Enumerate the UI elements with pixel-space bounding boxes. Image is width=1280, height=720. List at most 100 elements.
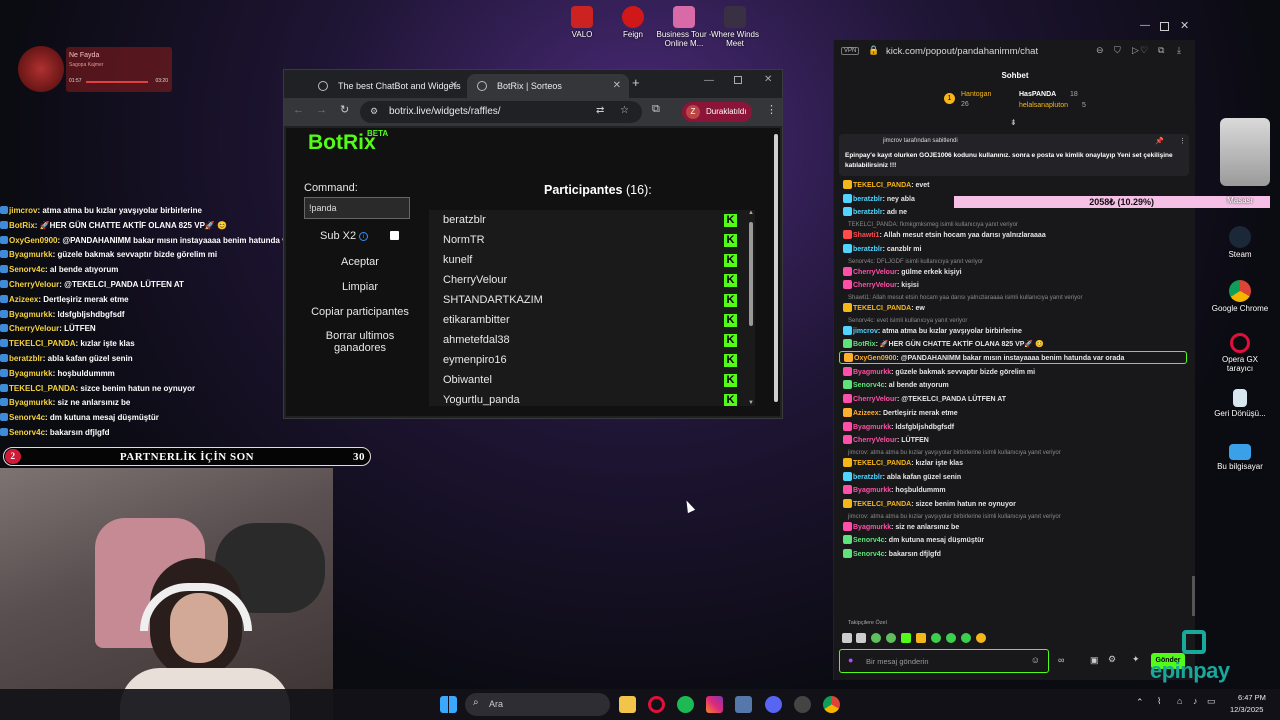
chat-username[interactable]: Shawti1 [853, 232, 879, 239]
shield-icon[interactable]: ⛉ [1114, 45, 1121, 56]
command-input[interactable] [304, 197, 410, 219]
desktop-icon-steam[interactable]: Steam [1211, 226, 1269, 259]
spotify-icon[interactable] [677, 696, 694, 713]
chat-username[interactable]: Byagmurkk [853, 487, 891, 494]
app-icon[interactable] [735, 696, 752, 713]
translate-icon[interactable]: ⇄ [596, 105, 604, 116]
emoji-icon[interactable]: ☺ [1031, 655, 1040, 665]
pinned-menu-icon[interactable]: ⋮ [1179, 137, 1186, 145]
volume-icon[interactable]: ♪ [1193, 696, 1198, 706]
forward-icon[interactable]: → [316, 104, 327, 116]
message-input[interactable]: ● Bir mesaj gönderin ☺ [839, 649, 1049, 673]
tray-expand-icon[interactable]: ⌃ [1136, 697, 1144, 708]
collapse-icon[interactable]: ⇟ [1010, 118, 1017, 127]
profile-button[interactable]: Z Duraklatıldı [682, 102, 752, 122]
obs-icon[interactable] [794, 696, 811, 713]
clock-time[interactable]: 6:47 PM [1238, 693, 1266, 702]
windows-start-icon[interactable] [440, 696, 457, 713]
outer-maximize-icon[interactable] [1160, 22, 1169, 31]
tab-chatbot[interactable]: The best ChatBot and Widgets ✕ [308, 74, 466, 98]
file-explorer-icon[interactable] [619, 696, 636, 713]
vpn-badge[interactable]: VPN [841, 47, 860, 55]
scroll-down-icon[interactable]: ▼ [748, 400, 754, 406]
taskbar-search[interactable]: ⌕ Ara [465, 693, 610, 716]
heart-icon[interactable]: ♡ [1140, 45, 1148, 56]
close-tab-icon[interactable]: ✕ [450, 74, 458, 98]
desktop-icon-opera-gx[interactable]: Opera GX tarayıcı [1211, 333, 1269, 373]
desktop-icon-masasi[interactable]: Masası [1211, 196, 1269, 205]
emote-icon[interactable] [886, 633, 896, 643]
chat-username[interactable]: TEKELCI_PANDA [853, 501, 911, 508]
desktop-icon-chrome[interactable]: Google Chrome [1211, 280, 1269, 313]
chat-username[interactable]: Azizeex [853, 410, 879, 417]
chat-username[interactable]: beratzblr [853, 474, 883, 481]
chat-username[interactable]: Senorv4c [853, 382, 885, 389]
tab-botrix-sorteos[interactable]: BotRix | Sorteos ✕ [467, 74, 629, 98]
chat-username[interactable]: TEKELCI_PANDA [853, 305, 911, 312]
network-icon[interactable]: ⌂ [1177, 696, 1182, 706]
reload-icon[interactable]: ↻ [340, 103, 349, 116]
battery-icon[interactable]: ▭ [1207, 696, 1216, 707]
outer-minimize-icon[interactable]: — [1140, 20, 1150, 31]
emote-icon[interactable] [976, 633, 986, 643]
emote-icon[interactable] [931, 633, 941, 643]
limpiar-button[interactable]: Limpiar [306, 281, 414, 293]
new-tab-icon[interactable]: + [632, 75, 640, 90]
mic-icon[interactable]: ● [848, 655, 853, 665]
outer-close-icon[interactable]: ✕ [1180, 19, 1189, 32]
clock-date[interactable]: 12/3/2025 [1230, 705, 1263, 714]
settings-gear-icon[interactable]: ⚙ [1108, 654, 1116, 665]
emote-icon[interactable] [916, 633, 926, 643]
chat-username[interactable]: Senorv4c [853, 551, 885, 558]
chat-username[interactable]: OxyGen0900 [854, 355, 896, 362]
page-scrollbar[interactable] [774, 134, 778, 402]
download-icon[interactable]: ⤓ [1177, 45, 1181, 56]
chat-username[interactable]: CherryVelour [853, 396, 897, 403]
instagram-icon[interactable] [706, 696, 723, 713]
chat-username[interactable]: TEKELCI_PANDA [853, 460, 911, 467]
emote-icon[interactable] [856, 633, 866, 643]
back-icon[interactable]: ← [293, 104, 304, 116]
opera-icon[interactable] [648, 696, 665, 713]
desktop-icon-this-pc[interactable]: Bu bilgisayar [1211, 444, 1269, 471]
chat-username[interactable]: TEKELCI_PANDA [853, 182, 911, 189]
site-info-icon[interactable]: ⚙ [370, 106, 378, 117]
chat-username[interactable]: beratzblr [853, 209, 883, 216]
chat-username[interactable]: BotRix [853, 341, 876, 348]
desktop-icon-business-tour[interactable]: Business Tour - Online M... [655, 6, 713, 48]
emote-icon[interactable] [871, 633, 881, 643]
zoom-icon[interactable]: ⊖ [1096, 45, 1104, 56]
chat-username[interactable]: Byagmurkk [853, 524, 891, 531]
chat-username[interactable]: CherryVelour [853, 437, 897, 444]
maximize-icon[interactable] [734, 76, 742, 84]
extension-icon[interactable]: ⧉ [1158, 45, 1164, 56]
chat-scrollbar[interactable] [1192, 576, 1195, 616]
chat-username[interactable]: jimcrov [853, 328, 878, 335]
play-icon[interactable]: ▷ [1132, 45, 1139, 56]
minimize-icon[interactable]: — [704, 75, 714, 86]
close-tab-icon[interactable]: ✕ [613, 74, 621, 98]
list-scrollbar[interactable] [749, 222, 753, 326]
chat-username[interactable]: beratzblr [853, 196, 883, 203]
infinity-icon[interactable]: ∞ [1058, 655, 1064, 665]
info-icon[interactable]: i [359, 232, 369, 241]
copiar-participantes-button[interactable]: Copiar participantes [302, 306, 418, 318]
desktop-icon-recycle-bin[interactable]: Geri Dönüşü... [1211, 389, 1269, 418]
gift-icon[interactable]: ▣ [1090, 655, 1099, 666]
menu-icon[interactable]: ⋮ [766, 103, 777, 116]
borrar-ganadores-button[interactable]: Borrar ultimos ganadores [307, 330, 413, 354]
emote-icon[interactable] [946, 633, 956, 643]
address-bar[interactable]: ⚙ botrix.live/widgets/raffles/ ⇄ ☆ [360, 101, 642, 123]
chat-username[interactable]: CherryVelour [853, 269, 897, 276]
scroll-up-icon[interactable]: ▲ [748, 210, 754, 216]
emote-icon[interactable] [901, 633, 911, 643]
desktop-icon-valo[interactable]: VALO [553, 6, 611, 39]
emote-icon[interactable] [842, 633, 852, 643]
chat-username[interactable]: beratzblr [853, 246, 883, 253]
close-window-icon[interactable]: ✕ [764, 74, 772, 85]
extensions-icon[interactable]: ⧉ [652, 103, 660, 116]
tools-icon[interactable]: ✦ [1132, 654, 1140, 665]
desktop-icon-feign[interactable]: Feign [604, 6, 662, 39]
chat-username[interactable]: Byagmurkk [853, 424, 891, 431]
aceptar-button[interactable]: Aceptar [306, 256, 414, 268]
